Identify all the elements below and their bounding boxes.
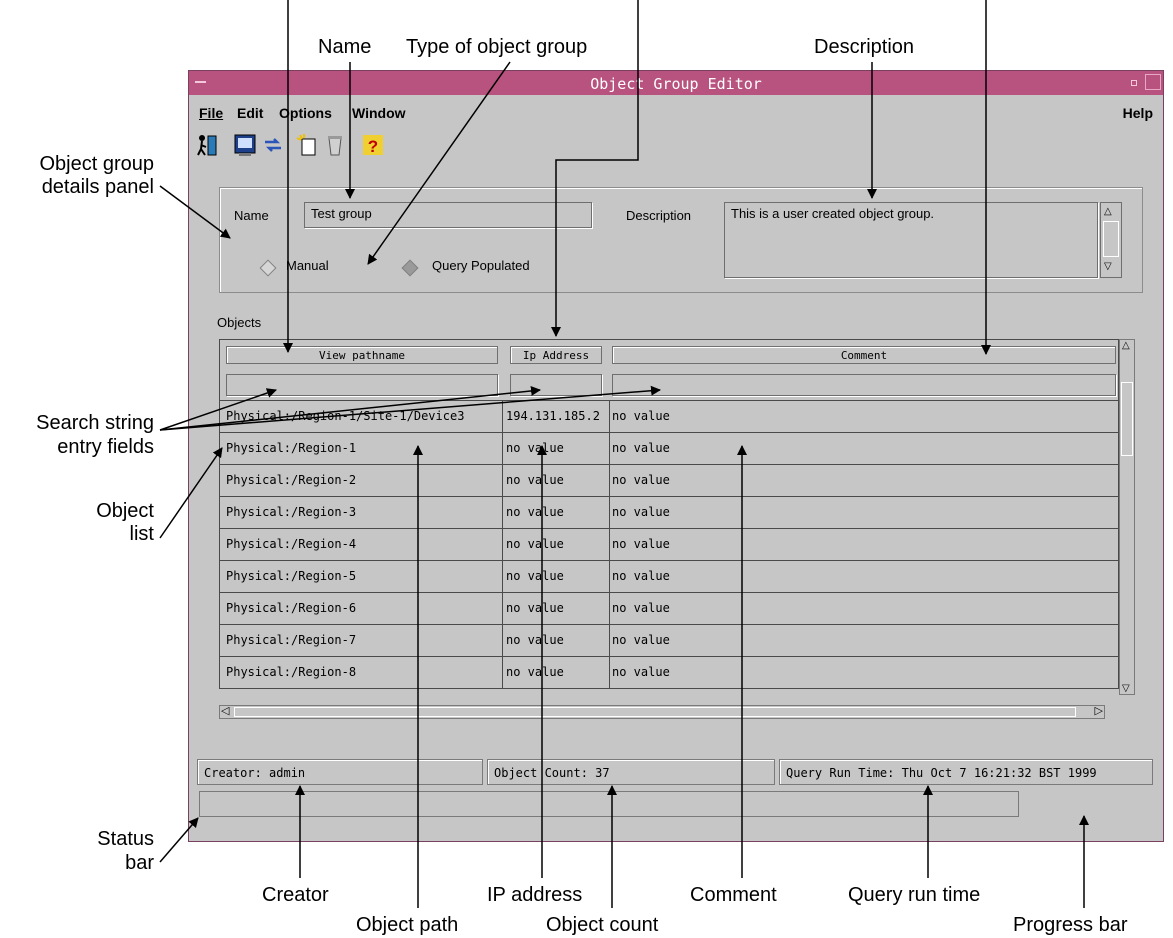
view-icon[interactable] xyxy=(233,133,257,157)
menu-file[interactable]: File xyxy=(199,105,223,121)
menu-bar: File Edit Options Window Help xyxy=(197,99,1155,125)
maximize-button[interactable] xyxy=(1145,74,1161,90)
object-list: View pathname Ip Address Comment Physica… xyxy=(219,339,1119,689)
cell-pathname: Physical:/Region-7 xyxy=(226,633,357,647)
cell-pathname: Physical:/Region-5 xyxy=(226,569,357,583)
cell-ip-address: no value xyxy=(506,537,564,551)
cell-ip-address: no value xyxy=(506,505,564,519)
window-title: Object Group Editor xyxy=(590,75,762,93)
column-header-ip-address[interactable]: Ip Address xyxy=(510,346,602,364)
cell-pathname: Physical:/Region-1/Site-1/Device3 xyxy=(226,409,465,423)
status-bar xyxy=(199,791,1019,817)
cell-ip-address: no value xyxy=(506,441,564,455)
description-scrollbar[interactable]: △ ▽ xyxy=(1100,202,1122,278)
table-row[interactable]: Physical:/Region-6 no value no value xyxy=(220,592,1118,623)
manual-radio-label: Manual xyxy=(286,258,329,273)
cell-comment: no value xyxy=(612,569,670,583)
callout-object-list-2: list xyxy=(129,523,154,545)
callout-object-count: Object count xyxy=(546,914,659,936)
callout-details-panel-2: details panel xyxy=(41,176,154,198)
help-icon[interactable]: ? xyxy=(361,133,385,157)
callout-object-list-1: Object xyxy=(96,500,154,522)
column-divider xyxy=(502,400,503,688)
menu-help[interactable]: Help xyxy=(1123,105,1153,121)
search-field-comment[interactable] xyxy=(612,374,1116,396)
description-field[interactable]: This is a user created object group. xyxy=(724,202,1098,278)
callout-query-run-time: Query run time xyxy=(848,884,981,906)
delete-icon[interactable] xyxy=(323,133,347,157)
creator-status: Creator: admin xyxy=(197,759,483,785)
table-row[interactable]: Physical:/Region-7 no value no value xyxy=(220,624,1118,655)
table-row[interactable]: Physical:/Region-5 no value no value xyxy=(220,560,1118,591)
cell-ip-address: no value xyxy=(506,633,564,647)
new-icon[interactable] xyxy=(295,133,319,157)
query-run-time-status: Query Run Time: Thu Oct 7 16:21:32 BST 1… xyxy=(779,759,1153,785)
cell-pathname: Physical:/Region-3 xyxy=(226,505,357,519)
exit-icon[interactable] xyxy=(195,133,219,157)
menu-window[interactable]: Window xyxy=(352,105,406,121)
table-row[interactable]: Physical:/Region-2 no value no value xyxy=(220,464,1118,495)
table-row[interactable]: Physical:/Region-1 no value no value xyxy=(220,432,1118,463)
minimize-button[interactable] xyxy=(1125,74,1141,90)
object-list-horizontal-scrollbar[interactable]: ◁ ▷ xyxy=(219,705,1105,719)
cell-comment: no value xyxy=(612,473,670,487)
callout-search-2: entry fields xyxy=(57,436,154,458)
svg-text:?: ? xyxy=(368,137,378,156)
callout-ip-address: IP address xyxy=(487,884,583,906)
cell-pathname: Physical:/Region-6 xyxy=(226,601,357,615)
cell-ip-address: no value xyxy=(506,665,564,679)
object-group-editor-window: Object Group Editor File Edit Options Wi… xyxy=(188,70,1164,842)
menu-options[interactable]: Options xyxy=(279,105,332,121)
query-populated-radio-label: Query Populated xyxy=(432,258,530,273)
cell-comment: no value xyxy=(612,665,670,679)
cell-comment: no value xyxy=(612,441,670,455)
cell-ip-address: no value xyxy=(506,473,564,487)
cell-comment: no value xyxy=(612,633,670,647)
manual-radio[interactable] xyxy=(259,259,277,277)
progress-bar xyxy=(1025,791,1153,817)
cell-comment: no value xyxy=(612,409,670,423)
callout-type-of-object-group: Type of object group xyxy=(406,36,588,58)
callout-status-1: Status xyxy=(97,828,154,850)
table-row[interactable]: Physical:/Region-3 no value no value xyxy=(220,496,1118,527)
cell-pathname: Physical:/Region-2 xyxy=(226,473,357,487)
table-row[interactable]: Physical:/Region-8 no value no value xyxy=(220,656,1118,687)
callout-name: Name xyxy=(318,36,372,58)
refresh-icon[interactable] xyxy=(261,133,285,157)
cell-comment: no value xyxy=(612,505,670,519)
cell-comment: no value xyxy=(612,601,670,615)
cell-pathname: Physical:/Region-4 xyxy=(226,537,357,551)
callout-object-path: Object path xyxy=(356,914,459,936)
search-field-pathname[interactable] xyxy=(226,374,498,396)
table-row[interactable]: Physical:/Region-4 no value no value xyxy=(220,528,1118,559)
callout-creator: Creator xyxy=(262,884,329,906)
description-label: Description xyxy=(626,208,692,223)
column-divider xyxy=(609,400,610,688)
callout-search-1: Search string xyxy=(36,412,154,434)
callout-description: Description xyxy=(814,36,915,58)
column-header-view-pathname[interactable]: View pathname xyxy=(226,346,498,364)
cell-comment: no value xyxy=(612,537,670,551)
cell-pathname: Physical:/Region-1 xyxy=(226,441,357,455)
name-field[interactable]: Test group xyxy=(304,202,592,228)
object-count-status: Object Count: 37 xyxy=(487,759,775,785)
objects-label: Objects xyxy=(217,315,262,330)
callout-status-2: bar xyxy=(125,852,154,874)
callout-comment: Comment xyxy=(690,884,777,906)
cell-ip-address: no value xyxy=(506,601,564,615)
callout-progress-bar: Progress bar xyxy=(1013,914,1128,936)
cell-pathname: Physical:/Region-8 xyxy=(226,665,357,679)
title-bar[interactable]: Object Group Editor xyxy=(189,71,1163,95)
menu-edit[interactable]: Edit xyxy=(237,105,263,121)
table-row[interactable]: Physical:/Region-1/Site-1/Device3 194.131… xyxy=(220,400,1118,431)
cell-ip-address: 194.131.185.2 xyxy=(506,409,600,423)
query-populated-radio[interactable] xyxy=(401,259,419,277)
callout-details-panel-1: Object group xyxy=(39,153,154,175)
cell-ip-address: no value xyxy=(506,569,564,583)
column-header-comment[interactable]: Comment xyxy=(612,346,1116,364)
object-group-details-panel: Name Test group Description This is a us… xyxy=(219,187,1143,293)
object-list-vertical-scrollbar[interactable]: △ ▽ xyxy=(1119,339,1135,695)
search-field-ip-address[interactable] xyxy=(510,374,602,396)
name-label: Name xyxy=(234,208,269,223)
